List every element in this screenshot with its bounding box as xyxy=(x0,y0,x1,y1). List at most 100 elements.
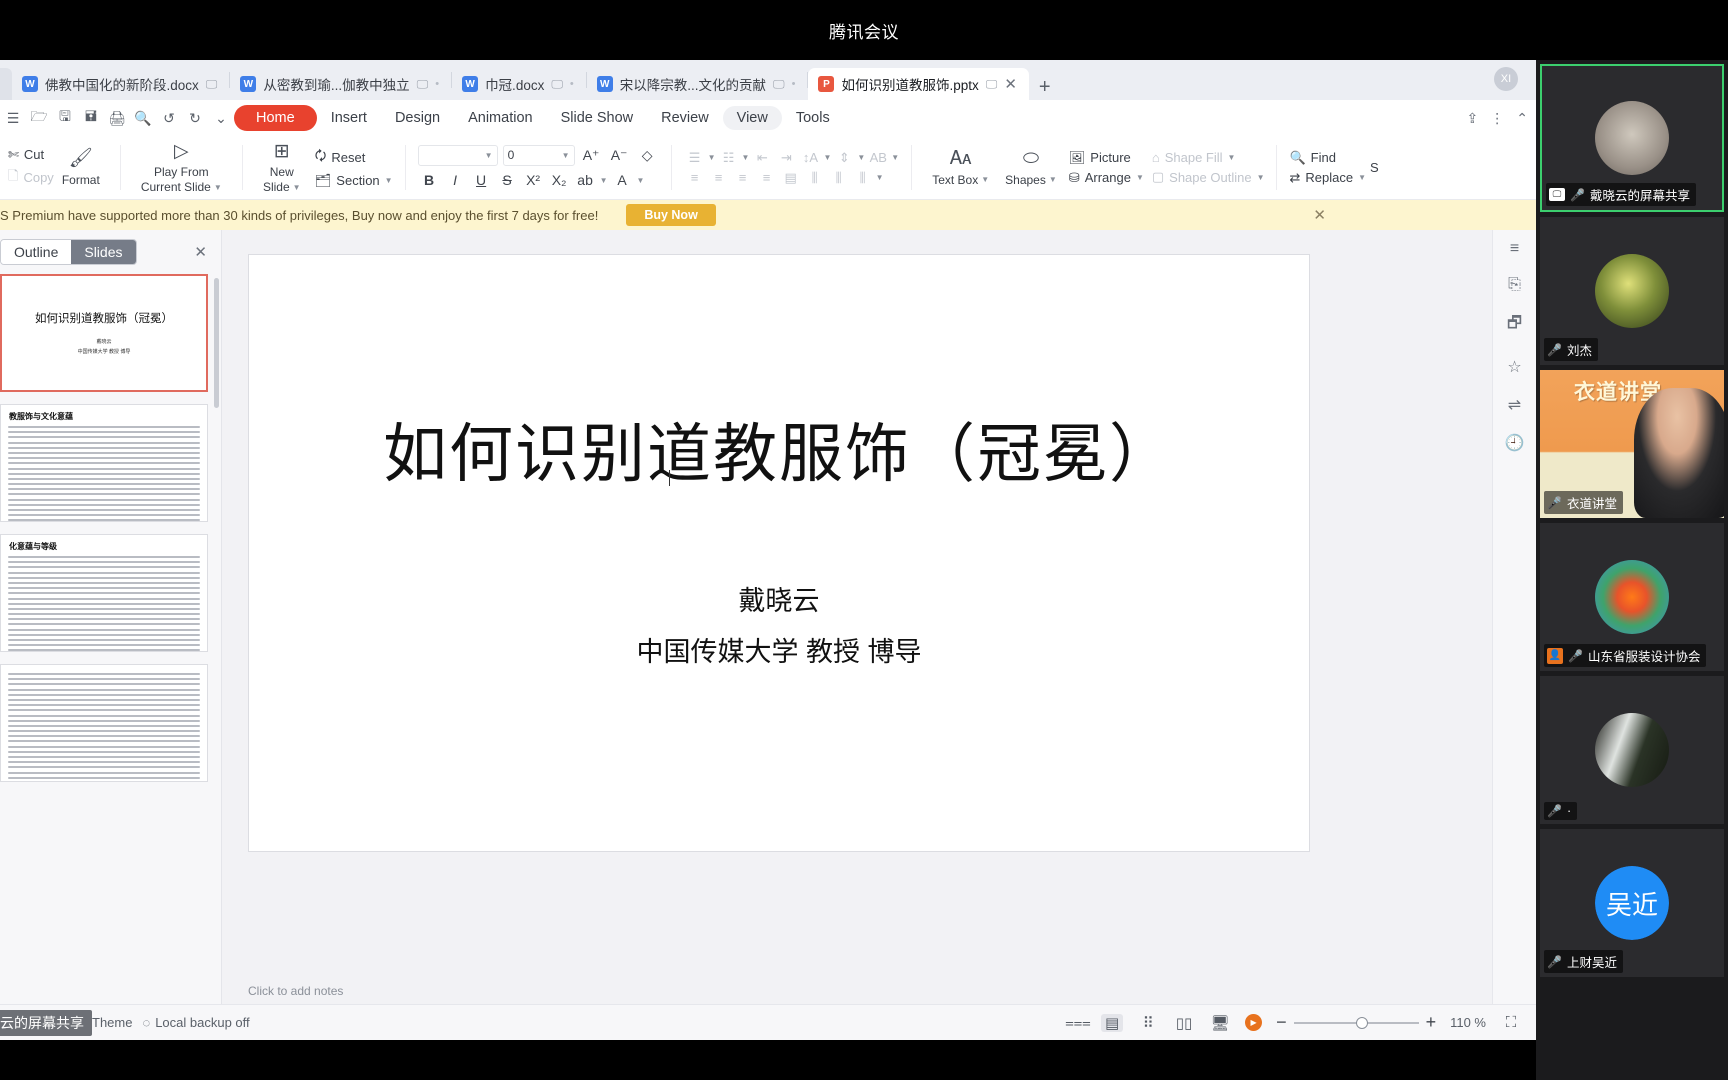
subscript-button[interactable]: X₂ xyxy=(548,170,571,191)
chevron-down-icon[interactable]: ▼ xyxy=(214,183,222,193)
new-slide-button[interactable]: ⊞ New Slide ▼ xyxy=(255,140,309,196)
tab-slide-show[interactable]: Slide Show xyxy=(547,106,648,130)
normal-view-icon[interactable]: ▤ xyxy=(1101,1013,1124,1032)
buy-now-button[interactable]: Buy Now xyxy=(626,204,716,226)
redo-icon[interactable]: ↻ xyxy=(182,105,208,131)
chevron-down-icon[interactable]: ▼ xyxy=(1049,175,1057,185)
zoom-out-button[interactable]: − xyxy=(1276,1012,1287,1033)
chevron-down-icon[interactable]: ▼ xyxy=(293,183,301,193)
numbered-list-icon[interactable]: ☷ xyxy=(718,150,740,166)
document-tab-4[interactable]: W 宋以降宗教...文化的贡献 🖵 • xyxy=(587,68,808,100)
chevron-down-icon[interactable]: ▼ xyxy=(981,175,989,185)
zoom-track[interactable] xyxy=(1293,1016,1419,1029)
decrease-indent-icon[interactable]: ⇤ xyxy=(751,150,773,166)
arrange-button[interactable]: ⛁ Arrange ▼ xyxy=(1069,170,1144,186)
folder-open-icon[interactable]: 🗁 xyxy=(26,105,52,131)
slide-thumbnail-3[interactable]: 化意蕴与等级 xyxy=(0,534,208,652)
transition-icon[interactable]: ⇌ xyxy=(1508,395,1521,415)
zoom-knob[interactable] xyxy=(1355,1016,1368,1029)
slide-thumbnail-4[interactable] xyxy=(0,664,208,782)
presenter-view-icon[interactable]: 🖥 xyxy=(1209,1014,1231,1032)
notes-placeholder[interactable]: Click to add notes xyxy=(248,984,343,998)
shapes-button[interactable]: ⬭ Shapes ▼ xyxy=(997,147,1065,188)
shape-outline-button[interactable]: ▢ Shape Outline ▼ xyxy=(1152,169,1265,185)
undo-icon[interactable]: ↺ xyxy=(156,105,182,131)
zoom-in-button[interactable]: + xyxy=(1426,1012,1437,1033)
font-size-input[interactable]: 0 ▼ xyxy=(502,144,575,166)
chevron-down-icon[interactable]: ▼ xyxy=(1257,173,1265,182)
print-preview-icon[interactable]: 🔍 xyxy=(130,105,156,131)
slide-affiliation[interactable]: 中国传媒大学 教授 博导 xyxy=(636,630,921,669)
chevron-down-icon[interactable]: ▼ xyxy=(1228,153,1236,162)
chevron-down-icon[interactable]: ▼ xyxy=(385,176,393,185)
decrease-font-size-button[interactable]: A⁻ xyxy=(608,145,631,166)
outline-view-icon[interactable]: ⩶ xyxy=(1065,1014,1091,1031)
strikethrough-button[interactable]: S xyxy=(496,170,519,191)
find-button[interactable]: 🔍 Find xyxy=(1289,150,1366,166)
font-color-button[interactable]: A xyxy=(611,170,634,191)
chevron-down-icon[interactable]: ▼ xyxy=(637,176,645,185)
chevron-down-icon[interactable]: ▼ xyxy=(1358,173,1366,182)
copy-button[interactable]: 🗋 Copy xyxy=(8,167,54,189)
tab-view[interactable]: View xyxy=(722,106,782,130)
document-tab-1[interactable]: W 佛教中国化的新阶段.docx 🖵 xyxy=(12,68,229,100)
participant-card-1[interactable]: 🖵 🎤 戴晓云的屏幕共享 xyxy=(1540,64,1724,212)
tab-insert[interactable]: Insert xyxy=(317,106,381,130)
more-quick-access-icon[interactable]: ⌄ xyxy=(208,105,234,131)
participant-card-2[interactable]: 🎤 刘杰 xyxy=(1540,217,1724,365)
slide-sorter-icon[interactable]: ⠿ xyxy=(1137,1014,1159,1032)
close-promo-icon[interactable]: ✕ xyxy=(1313,206,1326,224)
replace-button[interactable]: ⇄ Replace ▼ xyxy=(1289,170,1366,186)
tab-design[interactable]: Design xyxy=(381,106,454,130)
chevron-down-icon[interactable]: ▼ xyxy=(562,151,570,160)
participant-card-4[interactable]: 👤 🎤 山东省服装设计协会 xyxy=(1540,523,1724,671)
slide-author[interactable]: 戴晓云 xyxy=(739,579,820,618)
layers-icon[interactable]: 🗗 xyxy=(1507,312,1522,339)
save-icon[interactable]: 🖫 xyxy=(52,105,78,131)
document-tab-5-active[interactable]: P 如何识别道教服饰.pptx 🖵 ✕ xyxy=(808,68,1029,100)
cut-button[interactable]: ✄ Cut xyxy=(8,147,54,163)
reset-button[interactable]: 🗘 Reset xyxy=(315,147,393,169)
participant-card-3[interactable]: 衣道讲堂 🎤 衣道讲堂 xyxy=(1540,370,1724,518)
share-icon[interactable]: ⇪ xyxy=(1467,110,1479,127)
slide-thumbnail-1[interactable]: 如何识别道教服饰（冠冕） 戴晓云 中国传媒大学 教授 博导 xyxy=(0,274,208,392)
bold-button[interactable]: B xyxy=(418,170,441,191)
increase-indent-icon[interactable]: ⇥ xyxy=(775,150,797,166)
zoom-slider[interactable]: − + xyxy=(1276,1012,1436,1033)
paragraph-spacing-icon[interactable]: ⫼ xyxy=(828,170,850,186)
reading-view-icon[interactable]: ▯▯ xyxy=(1173,1014,1195,1032)
increase-font-size-button[interactable]: A⁺ xyxy=(580,145,603,166)
text-align-icon[interactable]: AB xyxy=(867,150,889,165)
shape-fill-button[interactable]: ⌂ Shape Fill ▼ xyxy=(1152,150,1265,165)
tab-animation[interactable]: Animation xyxy=(454,106,546,130)
thumbnail-scrollbar[interactable] xyxy=(214,278,219,408)
new-tab-button[interactable]: + xyxy=(1029,77,1061,100)
tab-overflow-edge[interactable] xyxy=(0,68,12,100)
document-tab-3[interactable]: W 巾冠.docx 🖵 • xyxy=(452,68,586,100)
close-tab-icon[interactable]: ✕ xyxy=(1004,75,1017,93)
text-direction-icon[interactable]: ↕A xyxy=(799,150,821,165)
italic-button[interactable]: I xyxy=(444,170,467,191)
user-avatar[interactable]: XI xyxy=(1494,67,1518,91)
close-panel-icon[interactable]: ✕ xyxy=(194,243,207,261)
star-icon[interactable]: ☆ xyxy=(1507,357,1521,377)
print-icon[interactable]: 🖨 xyxy=(104,105,130,131)
tab-review[interactable]: Review xyxy=(647,106,723,130)
align-left-icon[interactable]: ≡ xyxy=(684,170,706,185)
tab-home[interactable]: Home xyxy=(234,105,317,131)
more-vertical-icon[interactable]: ⋮ xyxy=(1490,110,1504,127)
active-slide[interactable]: 如何识别道教服饰（冠冕） 戴晓云 中国传媒大学 教授 博导 xyxy=(248,254,1310,852)
columns-icon[interactable]: ⫼ xyxy=(804,170,826,186)
align-center-icon[interactable]: ≡ xyxy=(708,170,730,185)
underline-button[interactable]: U xyxy=(470,170,493,191)
select-button[interactable]: S xyxy=(1370,160,1379,175)
play-icon[interactable]: ▶ xyxy=(1245,1014,1263,1031)
collapse-ribbon-icon[interactable]: ⌃ xyxy=(1516,110,1528,127)
monitor-icon[interactable]: 🖵 xyxy=(551,77,563,92)
local-backup-status[interactable]: Local backup off xyxy=(155,1015,249,1030)
picture-button[interactable]: 🖼 Picture xyxy=(1069,150,1144,166)
play-from-current-slide-button[interactable]: ▷ Play From Current Slide ▼ xyxy=(133,140,230,196)
monitor-icon[interactable]: 🖵 xyxy=(986,77,998,92)
text-highlight-button[interactable]: ab xyxy=(574,170,597,191)
monitor-icon[interactable]: 🖵 xyxy=(773,77,785,92)
